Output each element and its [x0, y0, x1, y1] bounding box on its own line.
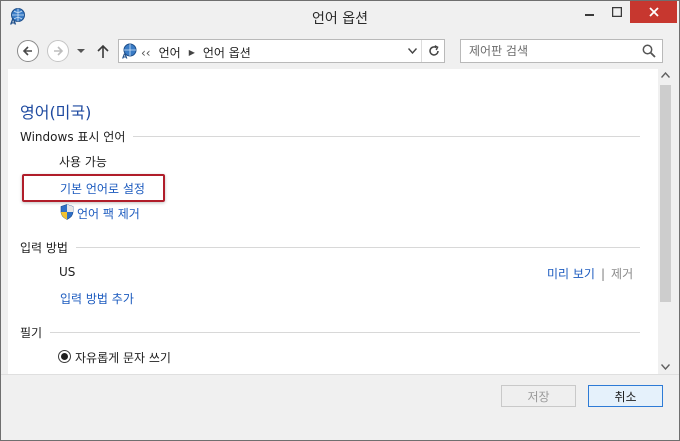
maximize-button[interactable] [604, 1, 630, 23]
section-divider [50, 331, 640, 333]
section-divider [133, 135, 640, 137]
close-button[interactable] [630, 1, 677, 23]
dialog-footer: 저장 취소 [1, 374, 679, 440]
uac-shield-icon [60, 204, 74, 220]
remove-input-method-link: 제거 [611, 267, 634, 281]
remove-language-pack-link[interactable]: 언어 팩 제거 [77, 205, 140, 222]
vertical-scrollbar[interactable] [658, 69, 673, 374]
address-bar[interactable]: A ‹‹ 언어 ▶ 언어 옵션 [118, 39, 445, 63]
search-icon[interactable] [642, 44, 656, 58]
refresh-icon [428, 45, 439, 56]
scroll-up-icon[interactable] [661, 72, 670, 78]
set-default-language-link[interactable]: 기본 언어로 설정 [60, 180, 145, 197]
arrow-left-icon [22, 46, 32, 56]
breadcrumb: ‹‹ 언어 ▶ 언어 옵션 [141, 44, 251, 61]
display-language-section-header: Windows 표시 언어 [20, 128, 640, 144]
back-button[interactable] [17, 40, 39, 62]
breadcrumb-overflow[interactable]: ‹‹ [141, 46, 151, 60]
display-language-heading: Windows 표시 언어 [20, 129, 126, 144]
handwriting-section-header: 필기 [20, 324, 640, 340]
add-input-method-link[interactable]: 입력 방법 추가 [60, 290, 134, 307]
link-divider: | [600, 266, 606, 281]
navigation-bar: A ‹‹ 언어 ▶ 언어 옵션 [1, 33, 679, 69]
close-icon [648, 7, 659, 17]
preview-link[interactable]: 미리 보기 [547, 265, 595, 282]
scrollbar-thumb[interactable] [660, 85, 671, 302]
search-input[interactable] [469, 43, 639, 59]
address-history-button[interactable] [404, 40, 422, 62]
input-method-heading: 입력 방법 [20, 240, 68, 255]
forward-button[interactable] [47, 40, 69, 62]
up-arrow-icon[interactable] [96, 43, 110, 59]
minimize-button[interactable] [576, 1, 604, 23]
cancel-button[interactable]: 취소 [588, 385, 663, 407]
handwriting-heading: 필기 [20, 325, 43, 340]
svg-text:A: A [122, 53, 128, 60]
search-box[interactable] [460, 39, 663, 63]
arrow-right-icon [54, 46, 64, 56]
language-globe-icon: A [122, 43, 137, 60]
scroll-down-icon[interactable] [661, 364, 670, 370]
section-divider [75, 246, 640, 248]
breadcrumb-item-language-options[interactable]: 언어 옵션 [203, 44, 251, 61]
input-method-actions: 미리 보기 | 제거 [547, 265, 633, 282]
title-bar: A 언어 옵션 [1, 1, 679, 33]
input-method-name: US [59, 265, 76, 279]
freehand-radio[interactable] [58, 350, 71, 363]
chevron-down-icon [408, 48, 417, 54]
save-button[interactable]: 저장 [501, 385, 576, 407]
recent-locations-chevron-down-icon[interactable] [75, 45, 87, 57]
minimize-icon [585, 14, 594, 16]
content-pane: 영어(미국) Windows 표시 언어 사용 가능 기본 언어로 설정 언어 … [8, 69, 658, 374]
breadcrumb-separator: ▶ [188, 48, 195, 57]
freehand-option-label[interactable]: 자유롭게 문자 쓰기 [75, 349, 171, 366]
maximize-icon [612, 7, 622, 17]
display-language-status: 사용 가능 [59, 155, 107, 169]
breadcrumb-item-language[interactable]: 언어 [159, 44, 181, 61]
language-options-window: A 언어 옵션 A ‹‹ 언어 ▶ 언어 옵션 제어판 검색 영어(미국) Wi… [0, 0, 680, 441]
input-method-section-header: 입력 방법 [20, 239, 640, 255]
refresh-button[interactable] [423, 40, 444, 62]
language-title: 영어(미국) [20, 103, 92, 122]
